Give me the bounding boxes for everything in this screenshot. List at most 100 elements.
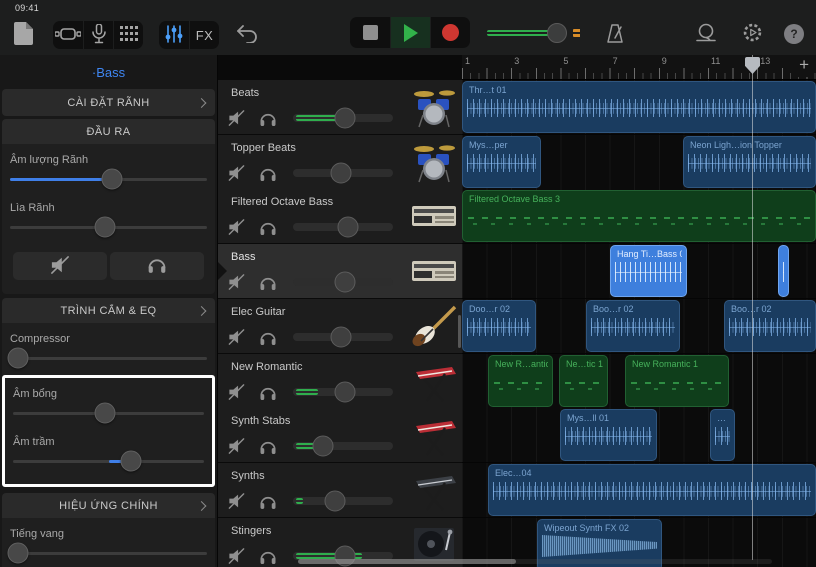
region-neon-ligh-ion-topper[interactable]: Neon Ligh…ion Topper bbox=[683, 136, 816, 188]
track-mute-button[interactable] bbox=[226, 272, 246, 292]
track-volume-slider[interactable] bbox=[10, 166, 207, 192]
mute-speaker-icon bbox=[49, 256, 71, 277]
region-hang-ti-bass-02[interactable]: Hang Ti…Bass 02 bbox=[610, 245, 687, 297]
slider-knob[interactable] bbox=[121, 451, 142, 472]
track-headphones-button[interactable] bbox=[258, 436, 278, 456]
slider-knob[interactable] bbox=[94, 217, 115, 238]
track-headphones-button[interactable] bbox=[258, 272, 278, 292]
loop-browser-button[interactable] bbox=[691, 19, 721, 50]
region-doo-r-02[interactable]: Doo…r 02 bbox=[462, 300, 536, 352]
track-mute-button[interactable] bbox=[226, 217, 246, 237]
track-headphones-button[interactable] bbox=[258, 491, 278, 511]
track-header-elec-guitar[interactable]: Elec Guitar bbox=[218, 299, 462, 353]
help-button[interactable]: ? bbox=[784, 24, 804, 44]
ruler-bar-number: 9 bbox=[662, 56, 667, 66]
region-boo-r-02[interactable]: Boo…r 02 bbox=[586, 300, 680, 352]
timeline-area: + 135791113 Thr…t 01Mys…per Neon Ligh…ion… bbox=[462, 55, 816, 567]
region-new-r-antic-1[interactable]: New R…antic 1 bbox=[488, 355, 553, 407]
region-ne-tic-1[interactable]: Ne…tic 1 bbox=[559, 355, 608, 407]
track-headphones-button[interactable] bbox=[258, 163, 278, 183]
track-settings-button[interactable]: CÀI ĐẶT RÃNH bbox=[2, 89, 215, 116]
reverb-slider[interactable] bbox=[10, 540, 207, 566]
track-header-beats[interactable]: Beats bbox=[218, 80, 462, 134]
track-header-synth-stabs[interactable]: Synth Stabs bbox=[218, 408, 462, 462]
compressor-slider[interactable] bbox=[10, 345, 207, 371]
treble-slider[interactable] bbox=[13, 400, 204, 426]
help-label: ? bbox=[790, 27, 797, 41]
region-boo-r-02[interactable]: Boo…r 02 bbox=[724, 300, 816, 352]
instrument-view-button[interactable] bbox=[53, 21, 83, 49]
microphone-button[interactable] bbox=[83, 21, 113, 49]
track-volume-slider[interactable] bbox=[293, 112, 393, 123]
region-filtered-octave-bass-3[interactable]: Filtered Octave Bass 3 bbox=[462, 190, 816, 242]
track-mute-button[interactable] bbox=[226, 436, 246, 456]
track-volume-slider[interactable] bbox=[293, 386, 393, 397]
vertical-scrollbar[interactable] bbox=[458, 315, 461, 348]
track-mute-button[interactable] bbox=[226, 382, 246, 402]
track-headphones-button[interactable] bbox=[258, 546, 278, 566]
slider-knob[interactable] bbox=[325, 490, 346, 511]
slider-knob[interactable] bbox=[313, 435, 334, 456]
slider-knob[interactable] bbox=[335, 107, 356, 128]
track-headphones-button[interactable] bbox=[258, 382, 278, 402]
region-mys-per[interactable]: Mys…per bbox=[462, 136, 541, 188]
track-header-synths[interactable]: Synths bbox=[218, 463, 462, 517]
slider-knob[interactable] bbox=[94, 403, 115, 424]
stop-button[interactable] bbox=[350, 17, 390, 48]
live-loops-grid-button[interactable] bbox=[113, 21, 143, 49]
track-headphones-button[interactable] bbox=[258, 327, 278, 347]
region-clip[interactable] bbox=[778, 245, 789, 297]
slider-knob[interactable] bbox=[7, 348, 28, 369]
region-mys-ll-01[interactable]: Mys…ll 01 bbox=[560, 409, 657, 461]
track-pan-slider[interactable] bbox=[10, 214, 207, 240]
record-button[interactable] bbox=[430, 17, 470, 48]
track-headphones-button[interactable] bbox=[258, 108, 278, 128]
region--[interactable]: … bbox=[710, 409, 735, 461]
track-volume-slider[interactable] bbox=[293, 440, 393, 451]
metronome-button[interactable] bbox=[601, 20, 629, 51]
track-mute-button[interactable] bbox=[226, 491, 246, 511]
play-button[interactable] bbox=[390, 17, 430, 48]
plugins-eq-header[interactable]: TRÌNH CẮM & EQ bbox=[2, 298, 215, 323]
bass-slider[interactable] bbox=[13, 448, 204, 474]
track-mute-button[interactable] bbox=[226, 327, 246, 347]
mute-button[interactable] bbox=[13, 252, 107, 280]
region-new-romantic-1[interactable]: New Romantic 1 bbox=[625, 355, 729, 407]
track-header-new-romantic[interactable]: New Romantic bbox=[218, 354, 462, 408]
horizontal-scrollbar[interactable] bbox=[298, 559, 516, 564]
track-volume-slider[interactable] bbox=[293, 331, 393, 342]
slider-knob[interactable] bbox=[335, 271, 356, 292]
track-mute-button[interactable] bbox=[226, 546, 246, 566]
slider-knob[interactable] bbox=[338, 216, 359, 237]
slider-knob[interactable] bbox=[331, 326, 352, 347]
master-volume-slider[interactable] bbox=[487, 23, 583, 43]
region-elec-04[interactable]: Elec…04 bbox=[488, 464, 816, 516]
volume-knob[interactable] bbox=[547, 23, 567, 43]
add-track-section-button[interactable]: + bbox=[797, 55, 811, 77]
playhead-line bbox=[752, 55, 753, 560]
undo-button[interactable] bbox=[233, 21, 262, 50]
track-header-bass[interactable]: Bass bbox=[218, 244, 462, 298]
region-thr-t-01[interactable]: Thr…t 01 bbox=[462, 81, 816, 133]
slider-knob[interactable] bbox=[102, 169, 123, 190]
track-volume-slider[interactable] bbox=[293, 167, 393, 178]
track-headphones-button[interactable] bbox=[258, 217, 278, 237]
ruler-bar-number: 13 bbox=[760, 56, 770, 66]
settings-button[interactable] bbox=[738, 18, 767, 50]
track-header-filtered-octave-bass[interactable]: Filtered Octave Bass bbox=[218, 189, 462, 243]
mixer-controls-button[interactable] bbox=[159, 21, 189, 49]
track-header-topper-beats[interactable]: Topper Beats bbox=[218, 135, 462, 189]
slider-knob[interactable] bbox=[7, 543, 28, 564]
track-mute-button[interactable] bbox=[226, 163, 246, 183]
track-volume-slider[interactable] bbox=[293, 495, 393, 506]
track-mute-button[interactable] bbox=[226, 108, 246, 128]
track-volume-slider[interactable] bbox=[293, 221, 393, 232]
my-songs-button[interactable] bbox=[10, 18, 37, 52]
master-effects-header[interactable]: HIỆU ỨNG CHÍNH bbox=[2, 493, 215, 518]
slider-knob[interactable] bbox=[335, 381, 356, 402]
fx-button[interactable]: FX bbox=[189, 21, 219, 49]
track-volume-slider[interactable] bbox=[293, 276, 393, 287]
headphones-button[interactable] bbox=[110, 252, 204, 280]
bar-ruler[interactable]: + 135791113 bbox=[462, 55, 816, 80]
slider-knob[interactable] bbox=[331, 162, 352, 183]
